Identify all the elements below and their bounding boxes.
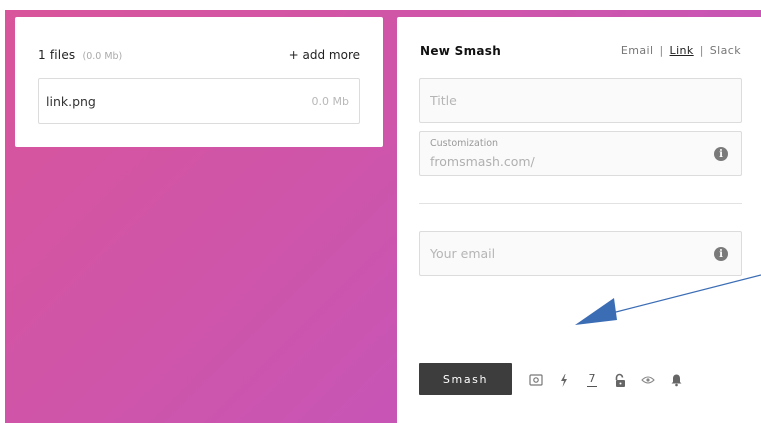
title-field[interactable] bbox=[419, 78, 742, 123]
tab-link[interactable]: Link bbox=[670, 44, 694, 57]
tab-email[interactable]: Email bbox=[621, 44, 654, 57]
files-card: 1 files (0.0 Mb) + add more link.png 0.0… bbox=[15, 17, 383, 147]
files-count: 1 files bbox=[38, 48, 76, 62]
bell-icon[interactable] bbox=[668, 372, 684, 388]
share-mode-tabs: Email | Link | Slack bbox=[621, 44, 741, 57]
customization-input[interactable]: fromsmash.com/ bbox=[430, 154, 535, 169]
divider bbox=[419, 203, 742, 204]
email-input[interactable] bbox=[420, 232, 741, 275]
days-counter[interactable]: 7 bbox=[584, 372, 600, 388]
file-name: link.png bbox=[46, 93, 96, 109]
options-toolbar: 7 bbox=[528, 370, 684, 390]
camera-icon[interactable] bbox=[528, 372, 544, 388]
new-smash-panel: New Smash Email | Link | Slack Customiza… bbox=[397, 17, 761, 423]
file-size: 0.0 Mb bbox=[311, 94, 349, 108]
add-more-link[interactable]: + add more bbox=[289, 48, 360, 62]
eye-icon[interactable] bbox=[640, 372, 656, 388]
files-summary: 1 files (0.0 Mb) bbox=[38, 44, 122, 63]
lightning-icon[interactable] bbox=[556, 372, 572, 388]
tab-separator: | bbox=[699, 44, 704, 57]
files-header: 1 files (0.0 Mb) + add more bbox=[38, 44, 360, 63]
tab-slack[interactable]: Slack bbox=[710, 44, 741, 57]
file-item[interactable]: link.png 0.0 Mb bbox=[38, 78, 360, 124]
panel-title: New Smash bbox=[420, 44, 502, 58]
unlock-icon[interactable] bbox=[612, 372, 628, 388]
customization-label: Customization bbox=[430, 138, 499, 149]
info-icon[interactable]: i bbox=[714, 147, 728, 161]
customization-field[interactable]: Customization fromsmash.com/ i bbox=[419, 131, 742, 176]
title-input[interactable] bbox=[420, 79, 741, 122]
info-icon[interactable]: i bbox=[714, 247, 728, 261]
tab-separator: | bbox=[659, 44, 664, 57]
days-value: 7 bbox=[587, 372, 597, 387]
files-total-size: (0.0 Mb) bbox=[82, 51, 123, 62]
smash-button[interactable]: Smash bbox=[419, 363, 512, 395]
email-field[interactable]: i bbox=[419, 231, 742, 276]
